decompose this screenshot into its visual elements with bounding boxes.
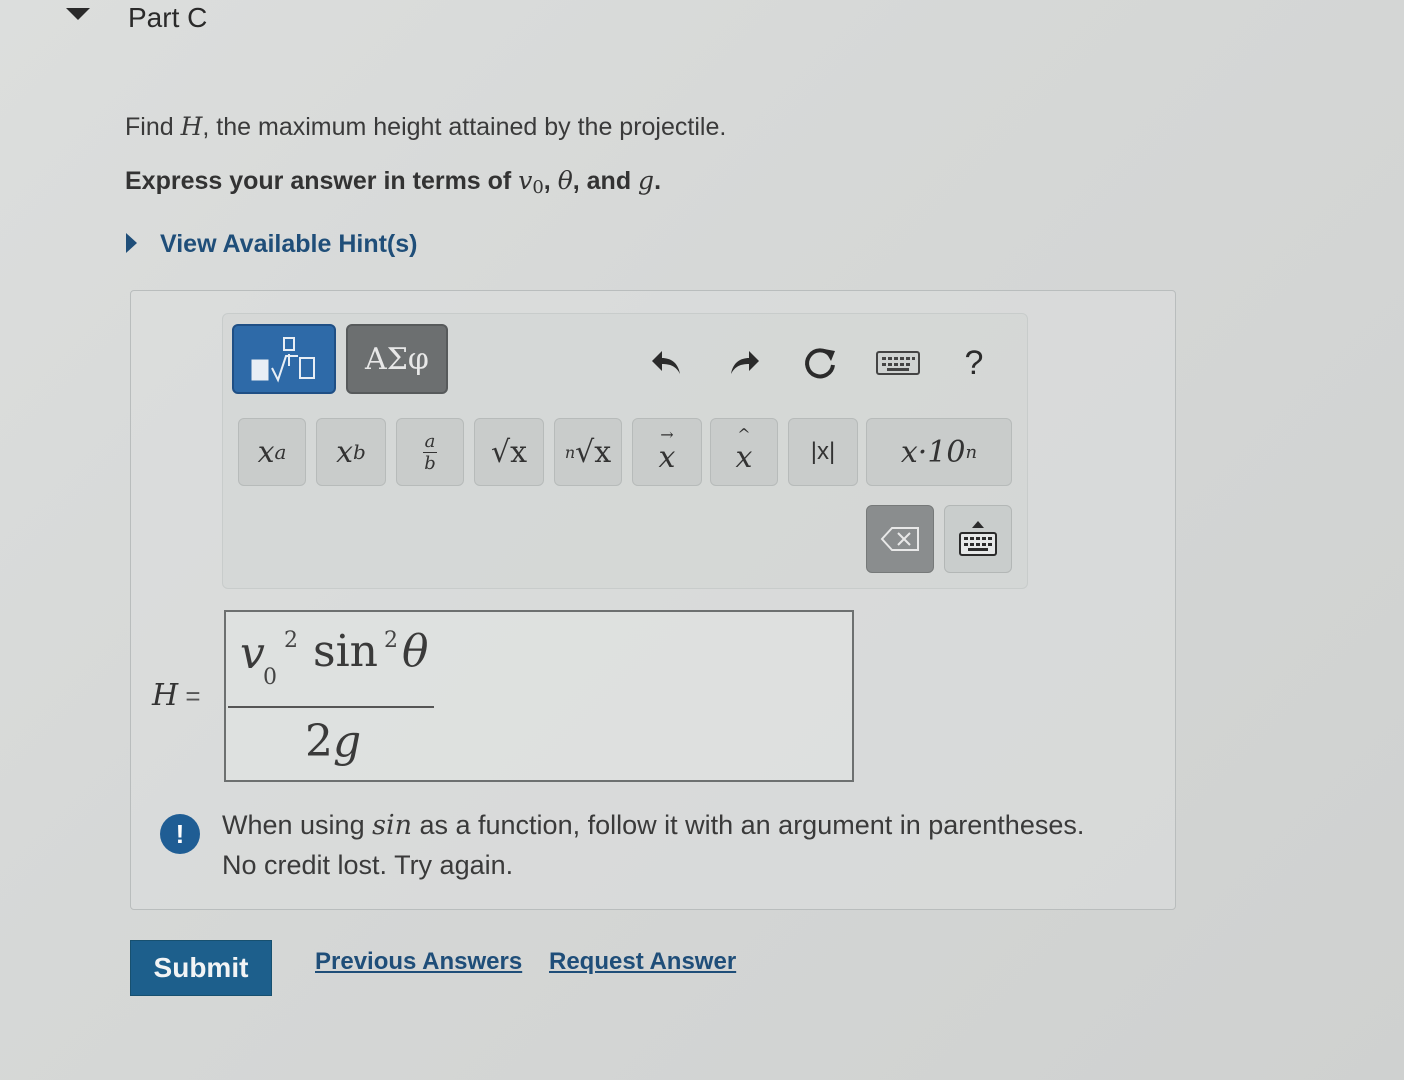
denominator-coefficient: 2 bbox=[305, 716, 333, 767]
key-label: x bbox=[257, 434, 275, 470]
key-label-sup: a bbox=[274, 440, 287, 464]
numerator-sin-exponent: 2 bbox=[384, 628, 398, 653]
instruction-text: Express your answer in terms of bbox=[125, 167, 519, 195]
variable-theta: θ bbox=[557, 166, 573, 195]
reset-icon[interactable] bbox=[798, 338, 842, 388]
variable-v: v bbox=[518, 166, 533, 195]
variable-v-subscript: 0 bbox=[532, 177, 544, 198]
fraction-bar bbox=[228, 706, 434, 708]
key-label-sup: n bbox=[965, 441, 978, 463]
numerator-sin: sin bbox=[313, 626, 378, 677]
key-label: x bbox=[735, 439, 753, 475]
feedback-message: When using sin as a function, follow it … bbox=[222, 810, 1084, 841]
answer-label: H = bbox=[152, 678, 201, 713]
question-prompt: Find H, the maximum height attained by t… bbox=[125, 112, 726, 142]
undo-icon[interactable] bbox=[645, 338, 689, 388]
scientific-notation-key[interactable]: x·10 n bbox=[866, 418, 1012, 486]
request-answer-link[interactable]: Request Answer bbox=[549, 948, 736, 976]
separator: , bbox=[543, 167, 558, 195]
redo-icon[interactable] bbox=[722, 338, 766, 388]
expand-triangle-icon[interactable] bbox=[126, 233, 137, 253]
prompt-text: Find bbox=[125, 113, 181, 141]
vector-arrow-icon: → bbox=[660, 424, 674, 444]
superscript-key[interactable]: xa bbox=[238, 418, 306, 486]
numerator-theta: θ bbox=[402, 626, 429, 677]
templates-tab[interactable] bbox=[232, 324, 336, 394]
fraction-key[interactable]: ab bbox=[396, 418, 464, 486]
numerator-v: v bbox=[240, 628, 265, 679]
numerator-v-exponent: 2 bbox=[284, 628, 298, 653]
symbols-tab[interactable]: ΑΣφ bbox=[346, 324, 448, 394]
key-label: √x bbox=[575, 434, 612, 470]
equals-sign: = bbox=[178, 681, 201, 711]
key-label: x bbox=[336, 434, 354, 470]
denominator: 2g bbox=[305, 716, 361, 767]
absolute-value-key[interactable]: |x| bbox=[788, 418, 858, 486]
backspace-icon bbox=[880, 527, 919, 551]
key-label-index: n bbox=[564, 442, 576, 462]
key-label: x·10 bbox=[900, 434, 966, 470]
answer-instructions: Express your answer in terms of v0, θ, a… bbox=[125, 166, 661, 198]
alert-icon: ! bbox=[160, 814, 200, 854]
feedback-status: No credit lost. Try again. bbox=[222, 850, 514, 880]
key-label: x bbox=[658, 439, 676, 475]
hat-icon: ^ bbox=[737, 424, 751, 444]
prompt-text: , the maximum height attained by the pro… bbox=[202, 113, 727, 141]
help-button[interactable]: ? bbox=[952, 338, 996, 388]
key-label-sub: b bbox=[353, 440, 366, 464]
templates-icon bbox=[251, 337, 315, 383]
keyboard-icon[interactable] bbox=[874, 338, 922, 388]
denominator-g: g bbox=[333, 716, 362, 767]
vector-key[interactable]: → x bbox=[632, 418, 702, 486]
show-keyboard-button[interactable] bbox=[944, 505, 1012, 573]
key-label-den: b bbox=[424, 452, 436, 474]
variable-H: H bbox=[180, 112, 203, 141]
subscript-key[interactable]: xb bbox=[316, 418, 386, 486]
separator: . bbox=[654, 167, 662, 195]
sqrt-key[interactable]: √x bbox=[474, 418, 544, 486]
separator: , and bbox=[572, 167, 639, 195]
collapse-triangle-icon[interactable] bbox=[66, 8, 90, 20]
feedback-text: as a function, follow it with an argumen… bbox=[411, 810, 1085, 840]
view-hints-link[interactable]: View Available Hint(s) bbox=[160, 230, 417, 259]
variable-g: g bbox=[638, 166, 655, 195]
keyboard-up-icon bbox=[959, 521, 997, 556]
previous-answers-link[interactable]: Previous Answers bbox=[315, 948, 522, 976]
feedback-function: sin bbox=[372, 810, 412, 841]
delete-button[interactable] bbox=[866, 505, 934, 573]
numerator-v-subscript: 0 bbox=[263, 665, 277, 690]
nth-root-key[interactable]: n √x bbox=[554, 418, 622, 486]
submit-button[interactable]: Submit bbox=[130, 940, 272, 996]
key-label-num: a bbox=[424, 430, 436, 452]
feedback-text: When using bbox=[222, 810, 373, 840]
unit-vector-key[interactable]: ^ x bbox=[710, 418, 778, 486]
answer-label-variable: H bbox=[152, 678, 179, 713]
part-title[interactable]: Part C bbox=[128, 2, 207, 34]
